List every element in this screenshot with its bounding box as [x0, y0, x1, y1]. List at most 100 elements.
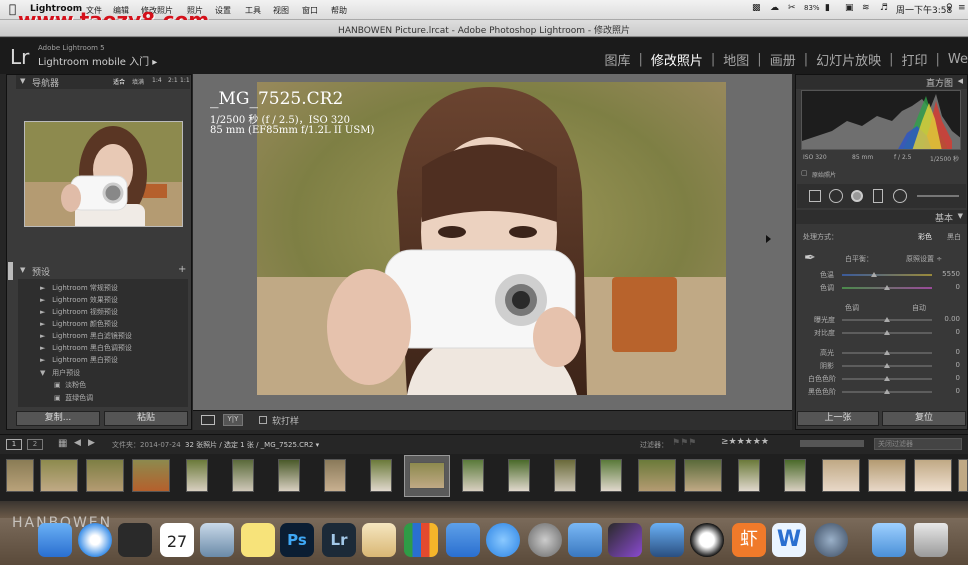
whites-slider-knob[interactable] — [884, 376, 890, 381]
radial-filter-icon[interactable] — [893, 189, 907, 203]
preview-icon[interactable] — [200, 523, 234, 557]
navigator-preview[interactable] — [24, 121, 183, 227]
dock-app-icon[interactable] — [118, 523, 152, 557]
film-thumbnail[interactable] — [278, 459, 300, 492]
preset-item[interactable]: ▣ 淡粉色 — [54, 380, 86, 390]
preset-folder[interactable]: ► Lightroom 视频预设 — [40, 307, 118, 317]
grid-view-icon[interactable]: ▦ — [58, 438, 67, 449]
auto-tone-button[interactable]: 自动 — [912, 303, 926, 313]
identity-line2[interactable]: Lightroom mobile 入门 ▸ — [38, 53, 157, 68]
presets-header[interactable]: ▼ 预设 + — [16, 264, 190, 278]
treatment-bw[interactable]: 黑白 — [947, 232, 961, 242]
previous-button[interactable]: 上一张 — [797, 411, 879, 426]
disclosure-triangle-icon[interactable]: ► — [40, 296, 45, 304]
iphoto-icon[interactable] — [650, 523, 684, 557]
disclosure-triangle-icon[interactable]: ◀ — [958, 77, 963, 85]
film-thumbnail[interactable] — [132, 459, 170, 492]
film-thumbnail[interactable] — [738, 459, 760, 492]
list-icon[interactable]: ≡ — [958, 3, 966, 13]
histogram[interactable] — [801, 90, 961, 150]
tint-slider-knob[interactable] — [884, 285, 890, 290]
film-thumbnail[interactable] — [40, 459, 78, 492]
zoom-2-1[interactable]: 2:1 — [168, 77, 178, 84]
redeye-icon[interactable] — [851, 190, 863, 202]
module-map[interactable]: 地图 — [715, 50, 757, 69]
disclosure-triangle-icon[interactable]: ▼ — [20, 266, 25, 274]
graduated-filter-icon[interactable] — [873, 189, 883, 203]
scissors-icon[interactable]: ✂ — [788, 3, 796, 13]
spot-removal-icon[interactable] — [829, 189, 843, 203]
xcode-icon[interactable] — [568, 523, 602, 557]
blacks-value[interactable]: 0 — [932, 387, 960, 395]
before-after-icon[interactable]: Y|Y — [223, 414, 243, 426]
preset-folder[interactable]: ► Lightroom 黑白预设 — [40, 355, 118, 365]
disclosure-triangle-icon[interactable]: ► — [40, 344, 45, 352]
camera-icon[interactable]: ▩ — [752, 3, 761, 13]
trash-icon[interactable] — [914, 523, 948, 557]
preset-folder[interactable]: ► Lightroom 黑白色调预设 — [40, 343, 132, 353]
zoom-fill[interactable]: 填满 — [132, 77, 144, 86]
film-thumbnail[interactable] — [6, 459, 34, 492]
battery-icon[interactable]: ▮ — [825, 3, 830, 13]
copy-button[interactable]: 复制... — [16, 411, 100, 426]
flag-filter-icon[interactable]: ⚑⚑⚑ — [672, 438, 696, 448]
menu-tools[interactable]: 工具 — [245, 5, 261, 16]
film-thumbnail[interactable] — [508, 459, 530, 492]
finder-icon[interactable] — [38, 523, 72, 557]
module-book[interactable]: 画册 — [762, 50, 804, 69]
loupe-view-icon[interactable] — [201, 415, 215, 425]
highlights-value[interactable]: 0 — [932, 348, 960, 356]
softproof-checkbox[interactable] — [259, 416, 267, 424]
textedit-icon[interactable] — [362, 523, 396, 557]
clock-text[interactable]: 周一下午3:58 — [896, 3, 952, 16]
histogram-header[interactable]: 直方图 ◀ — [796, 75, 967, 89]
navigator-header[interactable]: ▼ 导航器 适合 填满 1:4 2:1 1:1 — [16, 75, 190, 89]
search-icon[interactable]: ⚲ — [946, 3, 953, 13]
highlights-slider-knob[interactable] — [884, 350, 890, 355]
module-develop[interactable]: 修改照片 — [643, 50, 711, 69]
menu-view[interactable]: 视图 — [273, 5, 289, 16]
film-thumbnail[interactable] — [822, 459, 860, 492]
menu-window[interactable]: 窗口 — [302, 5, 318, 16]
system-preferences-icon[interactable] — [528, 523, 562, 557]
zoom-1-1[interactable]: 1:1 — [180, 77, 190, 84]
disclosure-triangle-icon[interactable]: ► — [40, 356, 45, 364]
contrast-slider-knob[interactable] — [884, 330, 890, 335]
qq-icon[interactable] — [690, 523, 724, 557]
add-preset-icon[interactable]: + — [178, 264, 186, 275]
forward-arrow-icon[interactable]: ▶ — [88, 438, 95, 448]
disclosure-triangle-icon[interactable]: ► — [40, 284, 45, 292]
appstore-icon[interactable] — [486, 523, 520, 557]
final-cut-icon[interactable] — [608, 523, 642, 557]
cloud-icon[interactable]: ☁ — [770, 3, 779, 13]
film-thumbnail[interactable] — [232, 459, 254, 492]
blacks-slider-knob[interactable] — [884, 389, 890, 394]
reset-button[interactable]: 复位 — [882, 411, 966, 426]
preset-folder[interactable]: ▼ 用户预设 — [40, 368, 80, 378]
word-icon[interactable]: W — [772, 523, 806, 557]
folder-icon[interactable] — [872, 523, 906, 557]
disclosure-triangle-icon[interactable]: ► — [40, 308, 45, 316]
color-filter-icon[interactable] — [800, 440, 864, 447]
filter-select[interactable]: 关闭过滤器 — [874, 438, 962, 450]
film-thumbnail[interactable] — [784, 459, 806, 492]
panel-scroll-handle[interactable] — [8, 262, 13, 280]
film-thumbnail[interactable] — [684, 459, 722, 492]
eyedropper-icon[interactable]: ✒ — [804, 250, 816, 266]
keynote-icon[interactable] — [446, 523, 480, 557]
disclosure-triangle-icon[interactable]: ▼ — [958, 212, 963, 220]
film-thumbnail[interactable] — [868, 459, 906, 492]
back-arrow-icon[interactable]: ◀ — [74, 438, 81, 448]
preset-item[interactable]: ▣ 蓝绿色调 — [54, 393, 93, 403]
photoshop-icon[interactable]: Ps — [280, 523, 314, 557]
exposure-value[interactable]: 0.00 — [932, 315, 960, 323]
disclosure-triangle-icon[interactable]: ▼ — [40, 369, 45, 377]
shadows-value[interactable]: 0 — [932, 361, 960, 369]
basic-header[interactable]: 基本 ▼ — [796, 210, 967, 224]
numbers-icon[interactable] — [404, 523, 438, 557]
film-thumbnail[interactable] — [324, 459, 346, 492]
menu-settings[interactable]: 设置 — [215, 5, 231, 16]
preset-folder[interactable]: ► Lightroom 常规预设 — [40, 283, 118, 293]
film-thumbnail[interactable] — [914, 459, 952, 492]
contrast-value[interactable]: 0 — [932, 328, 960, 336]
